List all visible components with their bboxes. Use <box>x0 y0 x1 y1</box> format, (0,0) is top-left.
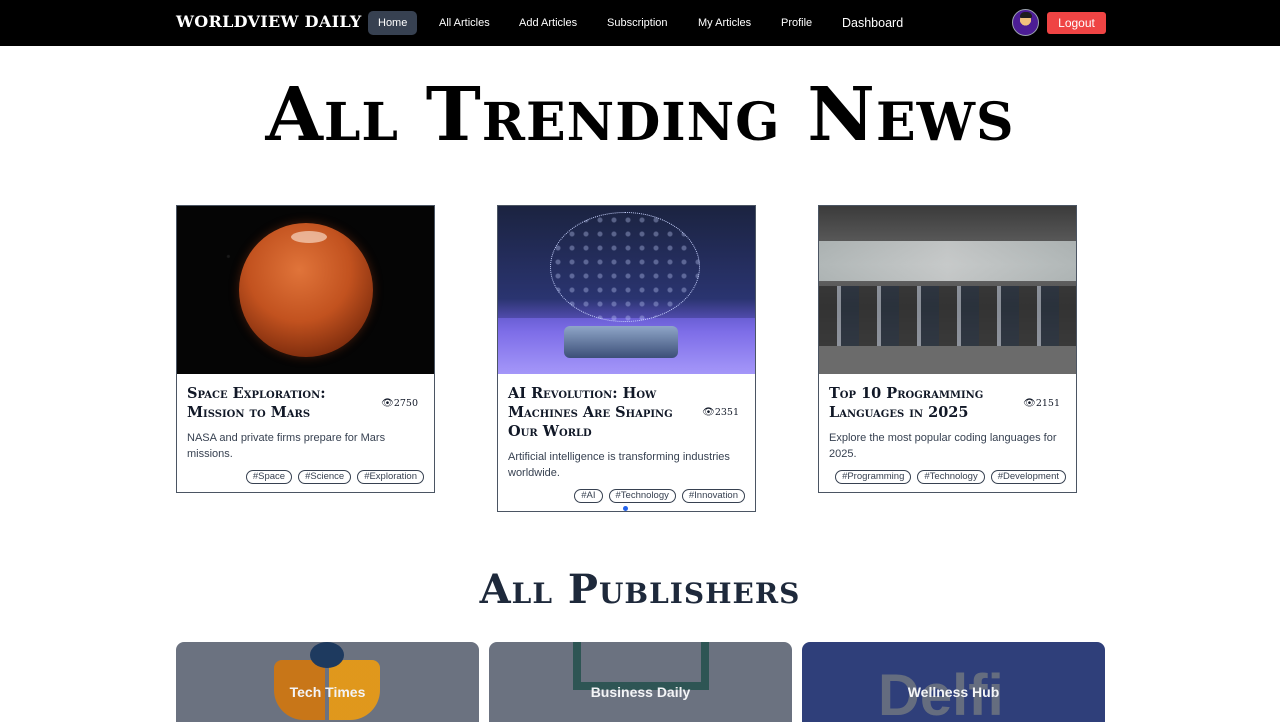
view-count: 👁2750 <box>381 397 418 409</box>
nav-home[interactable]: Home <box>368 11 418 35</box>
tag[interactable]: #Exploration <box>357 470 424 484</box>
view-count: 👁2151 <box>1023 397 1060 409</box>
publishers-title: All Publishers <box>479 566 801 613</box>
article-title[interactable]: Top 10 Programming Languages in 2025 <box>829 384 1019 422</box>
nav-add-articles[interactable]: Add Articles <box>519 11 577 35</box>
article-title[interactable]: AI Revolution: How Machines Are Shaping … <box>508 384 698 441</box>
ai-pedestal-graphic <box>564 326 678 358</box>
publisher-name: Business Daily <box>590 684 691 700</box>
publisher-card[interactable]: Tech Times <box>176 642 479 722</box>
nav-dashboard[interactable]: Dashboard <box>842 11 903 35</box>
eye-icon: 👁 <box>1023 397 1036 409</box>
cursor-dot <box>623 506 628 511</box>
article-description: NASA and private firms prepare for Mars … <box>187 432 386 460</box>
publisher-logo <box>573 642 709 690</box>
view-count: 👁2351 <box>702 407 739 418</box>
publisher-name: Wellness Hub <box>907 684 1000 700</box>
tag-list: #AI #Technology #Innovation <box>508 489 745 503</box>
tag[interactable]: #AI <box>574 489 603 503</box>
article-image[interactable] <box>819 206 1076 374</box>
tag[interactable]: #Science <box>298 470 352 484</box>
publisher-card[interactable]: Business Daily <box>489 642 792 722</box>
nav-profile[interactable]: Profile <box>781 11 812 35</box>
publisher-name: Tech Times <box>289 684 366 700</box>
tag[interactable]: #Technology <box>608 489 676 503</box>
top-navbar: WORLDVIEW DAILY Home All Articles Add Ar… <box>0 0 1280 46</box>
article-title[interactable]: Space Exploration: Mission to Mars <box>187 384 377 422</box>
tag[interactable]: #Programming <box>835 470 912 484</box>
tag-list: #Programming #Technology #Development <box>829 470 1066 484</box>
article-body: Space Exploration: Mission to Mars 👁2750… <box>177 374 434 492</box>
office-window-graphic <box>819 241 1076 281</box>
article-body: AI Revolution: How Machines Are Shaping … <box>498 374 755 511</box>
tag[interactable]: #Space <box>245 470 293 484</box>
publisher-card[interactable]: Delfi Wellness Hub <box>802 642 1105 722</box>
nav-all-articles[interactable]: All Articles <box>439 11 490 35</box>
logout-button[interactable]: Logout <box>1047 12 1106 34</box>
tag-list: #Space #Science #Exploration <box>187 470 424 484</box>
eye-icon: 👁 <box>702 407 715 418</box>
article-card[interactable]: AI Revolution: How Machines Are Shaping … <box>497 205 756 512</box>
brand-logo[interactable]: WORLDVIEW DAILY <box>176 12 362 31</box>
page-title: All Trending News <box>265 72 1015 158</box>
office-desks-graphic <box>819 286 1076 346</box>
tag[interactable]: #Technology <box>917 470 985 484</box>
tag[interactable]: #Innovation <box>681 489 745 503</box>
article-card[interactable]: Top 10 Programming Languages in 2025 👁21… <box>818 205 1077 493</box>
article-card[interactable]: Space Exploration: Mission to Mars 👁2750… <box>176 205 435 493</box>
eye-icon: 👁 <box>381 397 394 409</box>
user-avatar-icon[interactable] <box>1012 9 1039 36</box>
ai-brain-graphic <box>550 212 700 322</box>
article-body: Top 10 Programming Languages in 2025 👁21… <box>819 374 1076 492</box>
article-description: Artificial intelligence is transforming … <box>508 451 730 479</box>
office-floor-graphic <box>819 346 1076 374</box>
tag[interactable]: #Development <box>990 470 1066 484</box>
publisher-logo-head <box>310 642 344 668</box>
article-image[interactable] <box>177 206 434 374</box>
mars-planet-image <box>239 223 373 357</box>
nav-subscription[interactable]: Subscription <box>607 11 668 35</box>
article-image[interactable] <box>498 206 755 374</box>
article-description: Explore the most popular coding language… <box>829 432 1057 460</box>
nav-my-articles[interactable]: My Articles <box>698 11 751 35</box>
